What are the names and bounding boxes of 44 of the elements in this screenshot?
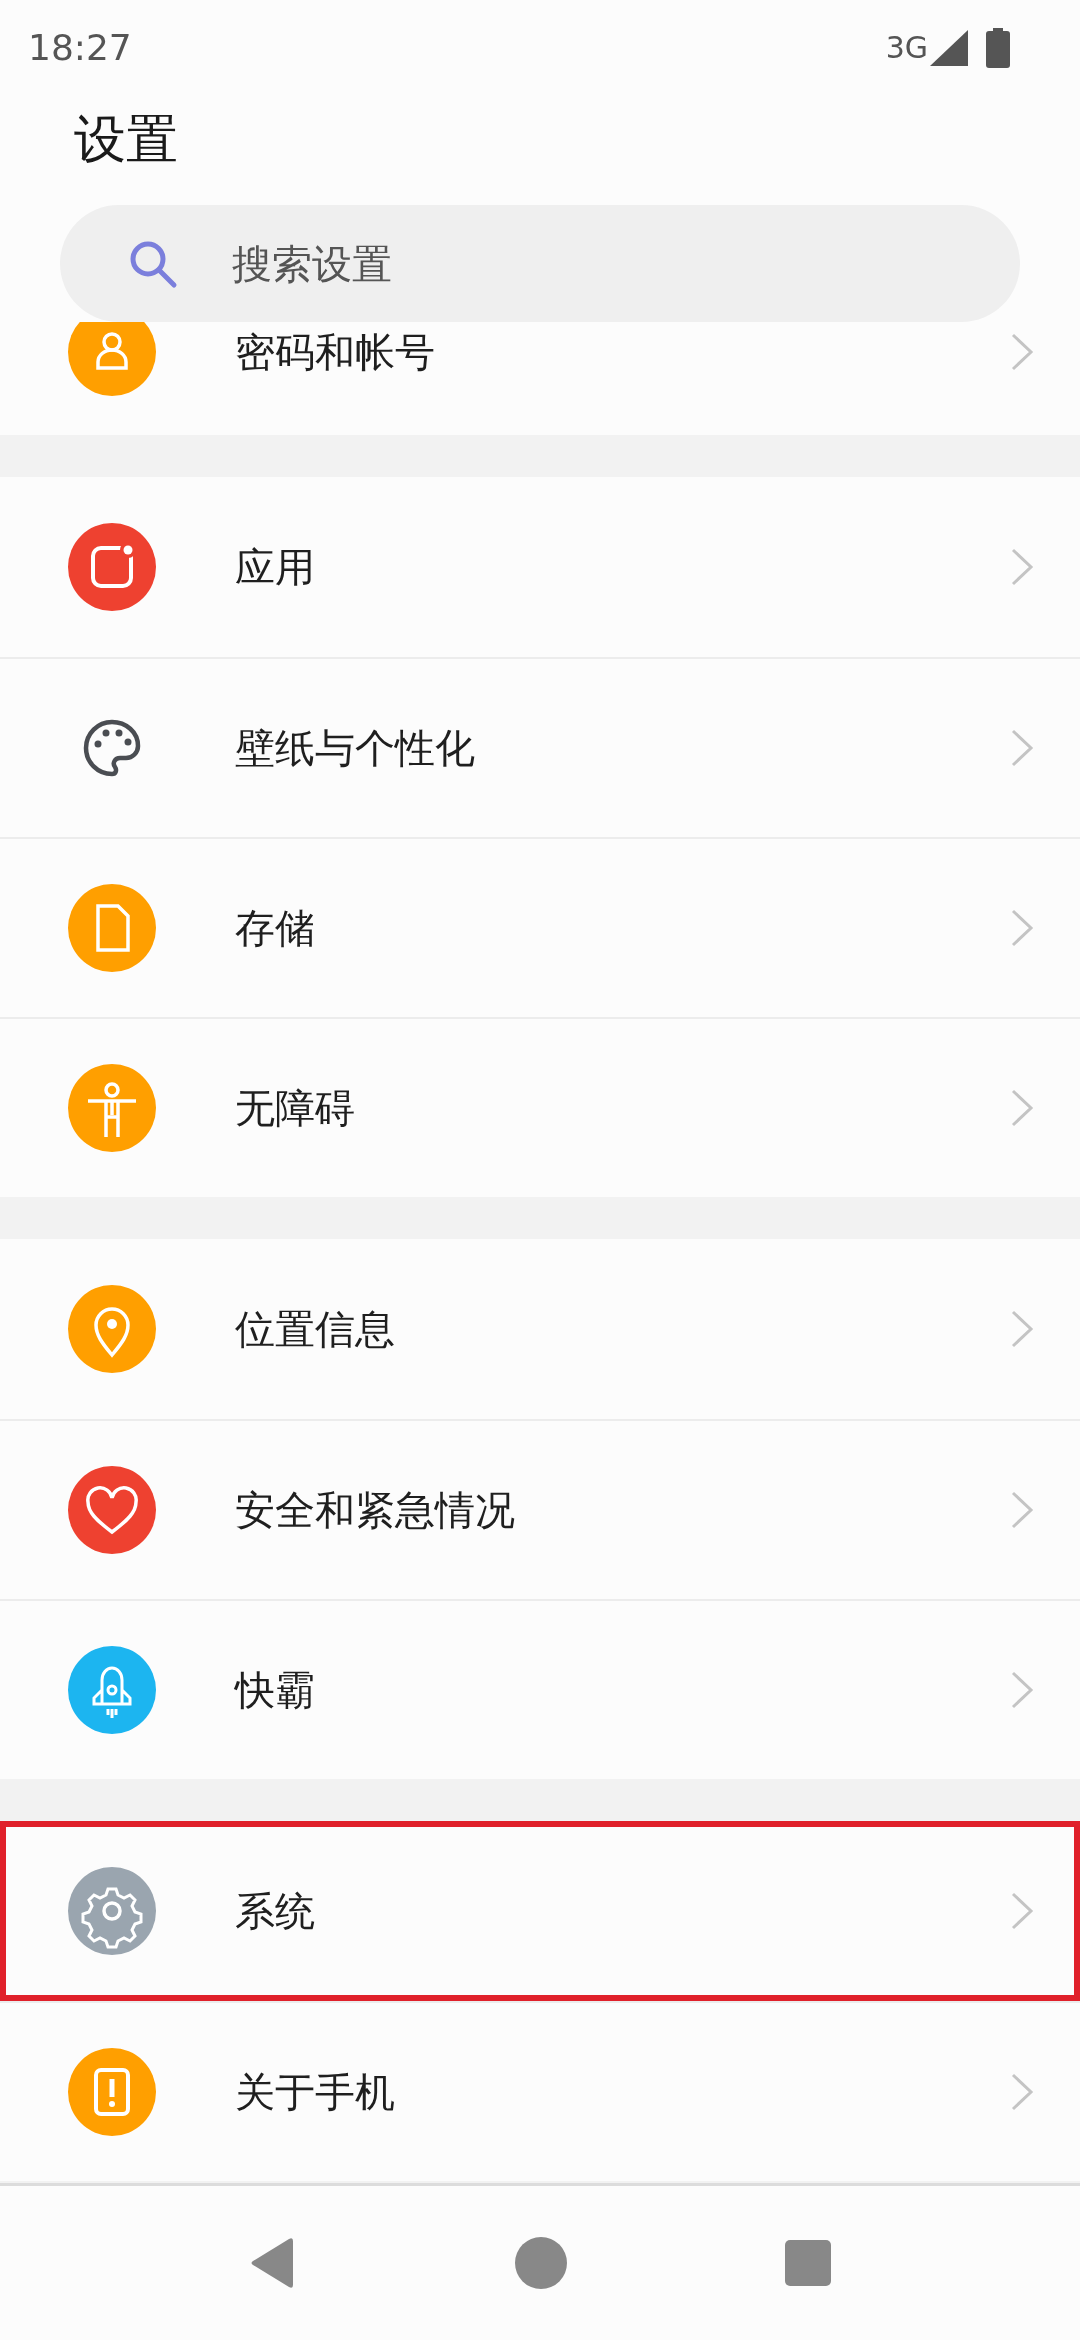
signal-icon xyxy=(930,29,968,66)
status-time: 18:27 xyxy=(28,27,132,68)
phone-alert-icon xyxy=(68,2048,156,2136)
network-type: 3G xyxy=(885,30,928,65)
settings-label: 系统 xyxy=(235,1886,316,1936)
settings-label: 应用 xyxy=(235,542,316,592)
settings-label: 位置信息 xyxy=(235,1304,396,1354)
gear-icon xyxy=(68,1867,156,1955)
settings-label: 安全和紧急情况 xyxy=(235,1485,516,1535)
chevron-icon xyxy=(1010,1891,1034,1931)
settings-row[interactable]: 无障碍 xyxy=(0,1017,1080,1197)
page-title: 设置 xyxy=(74,109,178,169)
chevron-icon xyxy=(1010,1309,1034,1349)
highlighted-settings-row[interactable]: 系统 xyxy=(0,1821,1080,2001)
person-icon xyxy=(68,322,156,396)
file-icon xyxy=(68,884,156,972)
settings-row[interactable]: 安全和紧急情况 xyxy=(0,1419,1080,1599)
home-icon[interactable] xyxy=(515,2237,567,2289)
settings-row[interactable]: 壁纸与个性化 xyxy=(0,657,1080,837)
location-pin-icon xyxy=(68,1285,156,1373)
chevron-icon xyxy=(1010,2072,1034,2112)
search-field[interactable]: 搜索设置 xyxy=(60,205,1020,322)
settings-label: 存储 xyxy=(235,903,316,953)
settings-row[interactable]: 位置信息 xyxy=(0,1239,1080,1419)
settings-label: 壁纸与个性化 xyxy=(235,723,476,773)
chevron-icon xyxy=(1010,332,1034,372)
settings-label: 快霸 xyxy=(235,1665,316,1715)
chevron-icon xyxy=(1010,547,1034,587)
app-icon xyxy=(68,523,156,611)
chevron-icon xyxy=(1010,1670,1034,1710)
chevron-icon xyxy=(1010,1088,1034,1128)
settings-row[interactable]: 应用 xyxy=(0,477,1080,657)
settings-label: 无障碍 xyxy=(235,1083,356,1133)
figure-icon xyxy=(68,1064,156,1152)
settings-row[interactable]: 快霸 xyxy=(0,1599,1080,1779)
settings-row[interactable]: 关于手机 xyxy=(0,2001,1080,2181)
chevron-icon xyxy=(1010,728,1034,768)
settings-label: 关于手机 xyxy=(235,2067,396,2117)
rocket-icon xyxy=(68,1646,156,1734)
chevron-icon xyxy=(1010,908,1034,948)
settings-label: 密码和帐号 xyxy=(235,328,436,377)
settings-row[interactable]: 存储 xyxy=(0,837,1080,1017)
battery-icon xyxy=(986,27,1010,68)
chevron-icon xyxy=(1010,1490,1034,1530)
